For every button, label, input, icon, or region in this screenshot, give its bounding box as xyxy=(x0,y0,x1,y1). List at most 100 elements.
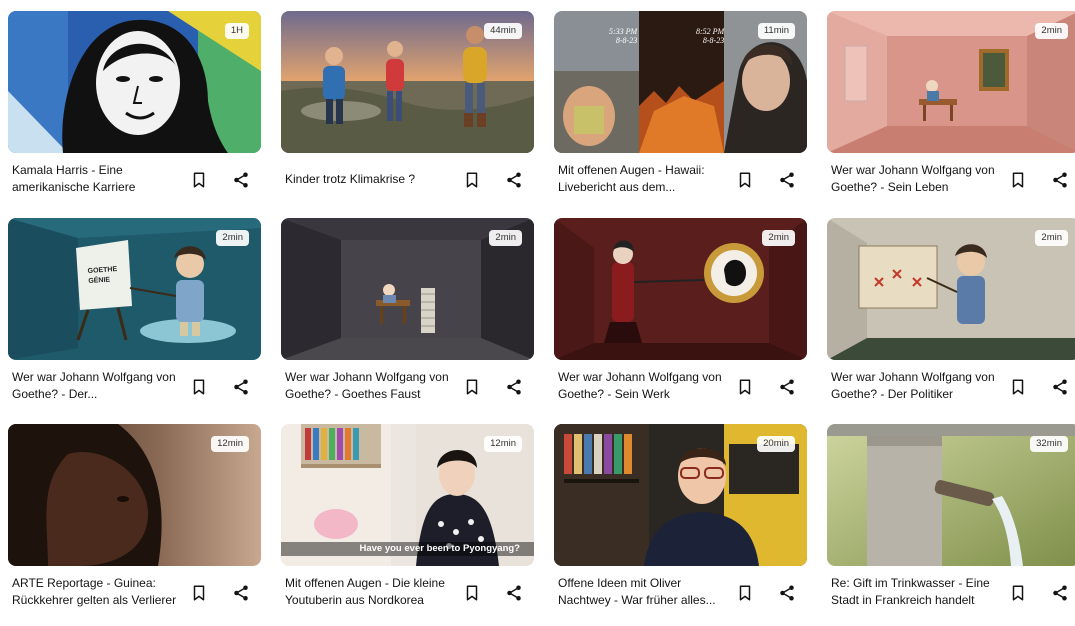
duration-badge: 2min xyxy=(1035,23,1068,39)
video-thumbnail[interactable]: 2min xyxy=(827,218,1075,360)
share-button[interactable] xyxy=(1047,374,1073,400)
video-thumbnail[interactable]: Have you ever been to Pyongyang? 12min xyxy=(281,424,534,566)
duration-badge: 32min xyxy=(1030,436,1068,452)
video-thumbnail[interactable]: 2min xyxy=(554,218,807,360)
video-thumbnail[interactable]: 2min xyxy=(827,11,1075,153)
video-card[interactable]: 2min Wer war Johann Wolfgang von Goethe?… xyxy=(827,218,1075,418)
duration-badge: 1H xyxy=(224,23,249,39)
share-icon xyxy=(1053,379,1067,395)
video-thumbnail[interactable]: 32min xyxy=(827,424,1075,566)
video-title[interactable]: Re: Gift im Trinkwasser - Eine Stadt in … xyxy=(831,575,996,609)
video-title[interactable]: Wer war Johann Wolfgang von Goethe? - Se… xyxy=(558,369,723,403)
video-card[interactable]: 12min ARTE Reportage - Guinea: Rückkehre… xyxy=(8,424,261,624)
video-title[interactable]: Kinder trotz Klimakrise ? xyxy=(285,171,450,188)
duration-badge: 2min xyxy=(216,230,249,246)
bookmark-button[interactable] xyxy=(459,580,485,606)
bookmark-button[interactable] xyxy=(732,580,758,606)
bookmark-button[interactable] xyxy=(186,167,212,193)
video-thumbnail[interactable]: 20min xyxy=(554,424,807,566)
bookmark-icon xyxy=(1012,379,1024,395)
share-icon xyxy=(507,172,521,188)
duration-badge: 12min xyxy=(484,436,522,452)
bookmark-button[interactable] xyxy=(186,374,212,400)
bookmark-icon xyxy=(193,379,205,395)
bookmark-icon xyxy=(466,585,478,601)
share-icon xyxy=(507,585,521,601)
video-card[interactable]: 32min Re: Gift im Trinkwasser - Eine Sta… xyxy=(827,424,1075,624)
subtitle-caption: Have you ever been to Pyongyang? xyxy=(359,543,521,554)
bookmark-icon xyxy=(466,379,478,395)
timestamp-overlay: 8:52 PM 8-8-23 xyxy=(696,27,725,45)
video-card[interactable]: 2min Wer war Johann Wolfgang von Goethe?… xyxy=(554,218,807,418)
bookmark-icon xyxy=(466,172,478,188)
video-card[interactable]: 20min Offene Ideen mit Oliver Nachtwey -… xyxy=(554,424,807,624)
bookmark-button[interactable] xyxy=(732,374,758,400)
share-button[interactable] xyxy=(228,374,254,400)
duration-badge: 20min xyxy=(757,436,795,452)
share-button[interactable] xyxy=(228,167,254,193)
share-icon xyxy=(780,379,794,395)
video-title[interactable]: Wer war Johann Wolfgang von Goethe? - De… xyxy=(831,369,996,403)
video-thumbnail[interactable]: 12min xyxy=(8,424,261,566)
share-button[interactable] xyxy=(774,580,800,606)
video-card[interactable]: Have you ever been to Pyongyang? 12min M… xyxy=(281,424,534,624)
duration-badge: 2min xyxy=(1035,230,1068,246)
video-grid: 1H Kamala Harris - Eine amerikanische Ka… xyxy=(0,0,1075,626)
share-button[interactable] xyxy=(774,374,800,400)
video-title[interactable]: Offene Ideen mit Oliver Nachtwey - War f… xyxy=(558,575,723,609)
share-icon xyxy=(1053,172,1067,188)
whiteboard-text: GOETHE GÉNIE xyxy=(87,265,118,286)
share-button[interactable] xyxy=(501,580,527,606)
share-button[interactable] xyxy=(1047,167,1073,193)
video-thumbnail[interactable]: 1H xyxy=(8,11,261,153)
bookmark-button[interactable] xyxy=(1005,580,1031,606)
bookmark-button[interactable] xyxy=(459,167,485,193)
video-title[interactable]: Mit offenen Augen - Die kleine Youtuberi… xyxy=(285,575,450,609)
share-icon xyxy=(234,585,248,601)
video-thumbnail[interactable]: 44min xyxy=(281,11,534,153)
bookmark-icon xyxy=(739,379,751,395)
share-button[interactable] xyxy=(774,167,800,193)
video-card[interactable]: 2min Wer war Johann Wolfgang von Goethe?… xyxy=(827,11,1075,211)
share-icon xyxy=(1053,585,1067,601)
video-card[interactable]: 44min Kinder trotz Klimakrise ? xyxy=(281,11,534,211)
share-button[interactable] xyxy=(501,374,527,400)
bookmark-icon xyxy=(193,585,205,601)
video-title[interactable]: ARTE Reportage - Guinea: Rückkehrer gelt… xyxy=(12,575,177,609)
video-card[interactable]: 1H Kamala Harris - Eine amerikanische Ka… xyxy=(8,11,261,211)
video-title[interactable]: Mit offenen Augen - Hawaii: Livebericht … xyxy=(558,162,723,196)
bookmark-button[interactable] xyxy=(459,374,485,400)
bookmark-icon xyxy=(1012,585,1024,601)
share-icon xyxy=(234,172,248,188)
video-title[interactable]: Wer war Johann Wolfgang von Goethe? - Go… xyxy=(285,369,450,403)
thumbnail-image xyxy=(8,11,261,153)
bookmark-icon xyxy=(193,172,205,188)
share-icon xyxy=(780,172,794,188)
bookmark-icon xyxy=(739,172,751,188)
share-icon xyxy=(507,379,521,395)
bookmark-button[interactable] xyxy=(186,580,212,606)
share-button[interactable] xyxy=(1047,580,1073,606)
bookmark-button[interactable] xyxy=(1005,374,1031,400)
video-card[interactable]: 2min Wer war Johann Wolfgang von Goethe?… xyxy=(281,218,534,418)
video-card[interactable]: 5:33 PM 8-8-23 8:52 PM 8-8-23 11min Mit of… xyxy=(554,11,807,211)
video-thumbnail[interactable]: 5:33 PM 8-8-23 8:52 PM 8-8-23 11min xyxy=(554,11,807,153)
video-thumbnail[interactable]: 2min xyxy=(281,218,534,360)
duration-badge: 2min xyxy=(762,230,795,246)
duration-badge: 12min xyxy=(211,436,249,452)
video-title[interactable]: Kamala Harris - Eine amerikanische Karri… xyxy=(12,162,177,196)
duration-badge: 44min xyxy=(484,23,522,39)
bookmark-button[interactable] xyxy=(1005,167,1031,193)
video-title[interactable]: Wer war Johann Wolfgang von Goethe? - De… xyxy=(12,369,177,403)
timestamp-overlay: 5:33 PM 8-8-23 xyxy=(609,27,638,45)
share-button[interactable] xyxy=(228,580,254,606)
video-thumbnail[interactable]: GOETHE GÉNIE 2min xyxy=(8,218,261,360)
duration-badge: 11min xyxy=(757,23,795,39)
bookmark-button[interactable] xyxy=(732,167,758,193)
bookmark-icon xyxy=(739,585,751,601)
share-button[interactable] xyxy=(501,167,527,193)
video-card[interactable]: GOETHE GÉNIE 2min Wer war Johann Wolfgang… xyxy=(8,218,261,418)
share-icon xyxy=(234,379,248,395)
video-title[interactable]: Wer war Johann Wolfgang von Goethe? - Se… xyxy=(831,162,996,196)
bookmark-icon xyxy=(1012,172,1024,188)
